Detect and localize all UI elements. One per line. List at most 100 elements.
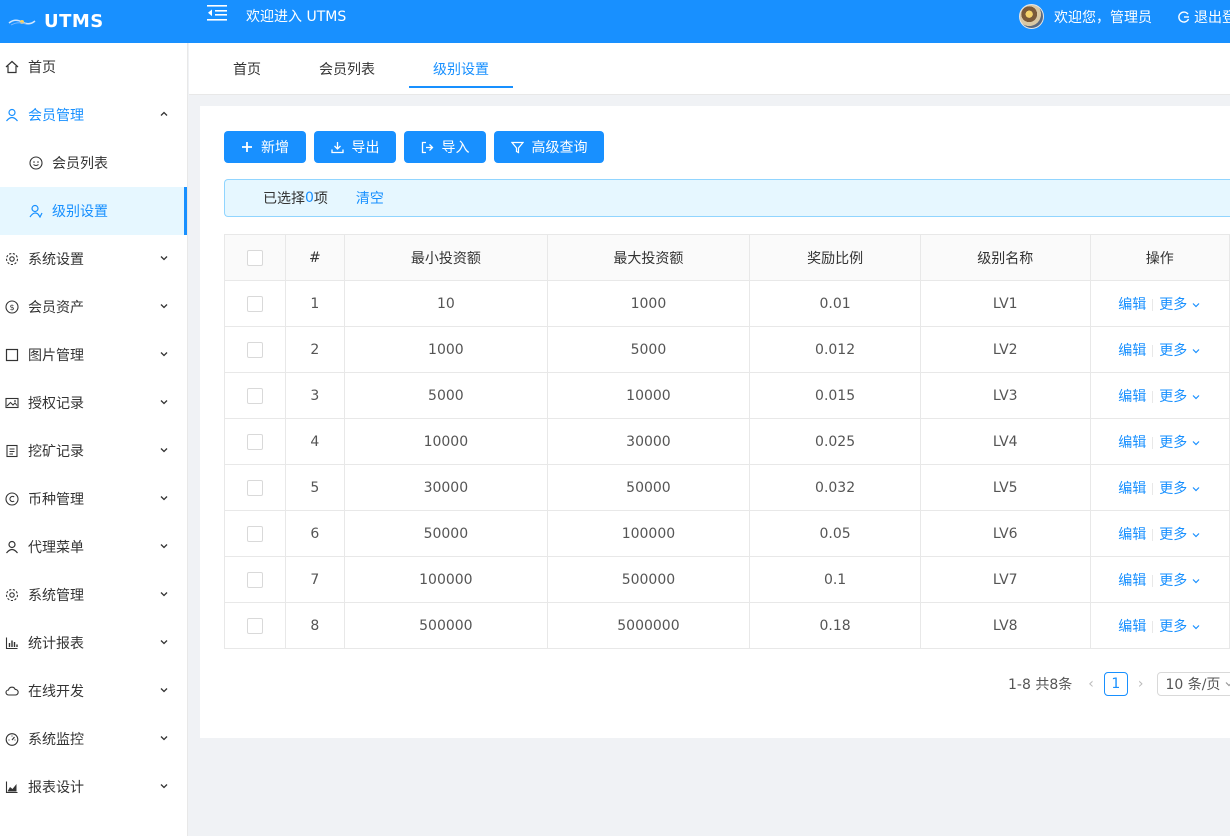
- chevron-down-icon: [1226, 682, 1230, 687]
- reward-ratio: 0.025: [749, 418, 921, 465]
- gear-icon: [4, 251, 20, 267]
- min-investment: 500000: [344, 602, 548, 649]
- tab-home[interactable]: 首页: [219, 43, 275, 95]
- sidebar-item-label: 会员资产: [28, 300, 84, 316]
- add-button[interactable]: 新增: [224, 131, 306, 163]
- edit-link[interactable]: 编辑: [1118, 527, 1146, 543]
- chevron-down-icon: [160, 256, 168, 261]
- logout-label: 退出登录: [1194, 9, 1230, 26]
- sidebar-item-label: 图片管理: [28, 348, 84, 364]
- avatar[interactable]: [1019, 4, 1044, 29]
- more-label: 更多: [1159, 480, 1188, 497]
- sidebar-item-label: 系统设置: [28, 252, 84, 268]
- chevron-down-icon: [160, 688, 168, 693]
- row-checkbox[interactable]: [246, 387, 263, 404]
- actions-cell: 编辑 更多: [1089, 280, 1230, 327]
- column-header: 奖励比例: [749, 234, 921, 281]
- next-page-icon[interactable]: ›: [1138, 676, 1144, 692]
- max-investment: 500000: [546, 556, 751, 603]
- sidebar-item-level-settings[interactable]: 级别设置: [0, 187, 187, 235]
- page-1-button[interactable]: 1: [1103, 672, 1128, 696]
- sidebar-item-currency-management[interactable]: 币种管理: [0, 475, 187, 523]
- page-tabs: 首页 会员列表 级别设置: [189, 43, 1230, 95]
- actions-cell: 编辑 更多: [1089, 510, 1230, 557]
- chevron-down-icon: [160, 640, 168, 645]
- row-checkbox[interactable]: [246, 433, 263, 450]
- sidebar-item-agent-menu[interactable]: 代理菜单: [0, 523, 187, 571]
- sidebar-item-report-design[interactable]: 报表设计: [0, 763, 187, 811]
- dollar-icon: $: [4, 299, 20, 315]
- user-icon: [4, 539, 20, 555]
- sidebar-item-home[interactable]: 首页: [0, 43, 187, 91]
- menu-fold-icon[interactable]: [206, 3, 228, 23]
- max-investment: 1000: [546, 280, 751, 327]
- column-header: 操作: [1089, 234, 1230, 281]
- chevron-down-icon: [160, 784, 168, 789]
- divider: [1152, 620, 1154, 633]
- edit-link[interactable]: 编辑: [1118, 619, 1146, 635]
- row-checkbox[interactable]: [246, 295, 263, 312]
- sidebar-item-online-dev[interactable]: 在线开发: [0, 667, 187, 715]
- more-dropdown[interactable]: 更多: [1159, 481, 1201, 497]
- more-dropdown[interactable]: 更多: [1159, 343, 1201, 359]
- sidebar-item-system-monitor[interactable]: 系统监控: [0, 715, 187, 763]
- sidebar-item-system-settings[interactable]: 系统设置: [0, 235, 187, 283]
- prev-page-icon[interactable]: ‹: [1088, 676, 1094, 692]
- sidebar-item-member-assets[interactable]: $ 会员资产: [0, 283, 187, 331]
- sidebar-item-mining-records[interactable]: 挖矿记录: [0, 427, 187, 475]
- sidebar-item-image-management[interactable]: 图片管理: [0, 331, 187, 379]
- edit-link[interactable]: 编辑: [1118, 573, 1146, 589]
- more-dropdown[interactable]: 更多: [1159, 297, 1201, 313]
- user-greeting[interactable]: 欢迎您，管理员: [1054, 7, 1152, 27]
- sidebar-item-member-management[interactable]: 会员管理: [0, 91, 187, 139]
- select-all-checkbox[interactable]: [246, 249, 263, 266]
- page-size-select[interactable]: 10 条/页: [1157, 672, 1230, 696]
- more-dropdown[interactable]: 更多: [1159, 573, 1201, 589]
- edit-link[interactable]: 编辑: [1118, 297, 1146, 313]
- edit-link[interactable]: 编辑: [1118, 435, 1146, 451]
- clear-selection-link[interactable]: 清空: [356, 188, 384, 208]
- svg-text:$: $: [9, 303, 14, 312]
- home-icon: [4, 59, 20, 75]
- edit-link[interactable]: 编辑: [1118, 481, 1146, 497]
- more-label: 更多: [1159, 572, 1188, 589]
- min-investment: 10000: [344, 418, 548, 465]
- cloud-icon: [4, 683, 20, 699]
- edit-link[interactable]: 编辑: [1118, 343, 1146, 359]
- logout-button[interactable]: 退出登录: [1178, 7, 1230, 27]
- sidebar-item-auth-records[interactable]: 授权记录: [0, 379, 187, 427]
- brand[interactable]: UTMS: [0, 0, 188, 43]
- row-checkbox[interactable]: [246, 617, 263, 634]
- export-button[interactable]: 导出: [314, 131, 396, 163]
- import-button[interactable]: 导入: [404, 131, 486, 163]
- max-investment: 30000: [546, 418, 751, 465]
- sidebar-item-label: 会员列表: [52, 156, 108, 172]
- min-investment: 1000: [344, 326, 548, 373]
- advanced-query-button[interactable]: 高级查询: [494, 131, 604, 163]
- edit-link[interactable]: 编辑: [1118, 389, 1146, 405]
- more-dropdown[interactable]: 更多: [1159, 619, 1201, 635]
- row-checkbox[interactable]: [246, 479, 263, 496]
- tab-member-list[interactable]: 会员列表: [307, 43, 387, 95]
- download-icon: [330, 141, 344, 153]
- more-dropdown[interactable]: 更多: [1159, 389, 1201, 405]
- divider: [1152, 482, 1154, 495]
- logout-icon: [1178, 10, 1190, 23]
- import-icon: [421, 141, 433, 153]
- row-checkbox[interactable]: [246, 341, 263, 358]
- row-index: 5: [284, 464, 346, 511]
- chevron-down-icon: [160, 448, 168, 453]
- sidebar-item-label: 币种管理: [28, 492, 84, 508]
- tab-level-settings[interactable]: 级别设置: [409, 43, 513, 95]
- sidebar-item-member-list[interactable]: 会员列表: [0, 139, 187, 187]
- more-dropdown[interactable]: 更多: [1159, 527, 1201, 543]
- level-table: # 最小投资额 最大投资额 奖励比例 级别名称 操作 1 10 1000 0.01 LV…: [224, 234, 1230, 649]
- more-dropdown[interactable]: 更多: [1159, 435, 1201, 451]
- column-header: 级别名称: [919, 234, 1091, 281]
- sidebar-item-label: 系统监控: [28, 732, 84, 748]
- sidebar-item-statistics-report[interactable]: 统计报表: [0, 619, 187, 667]
- sidebar-item-system-management[interactable]: 系统管理: [0, 571, 187, 619]
- row-checkbox[interactable]: [246, 571, 263, 588]
- row-checkbox[interactable]: [246, 525, 263, 542]
- actions-cell: 编辑 更多: [1089, 602, 1230, 649]
